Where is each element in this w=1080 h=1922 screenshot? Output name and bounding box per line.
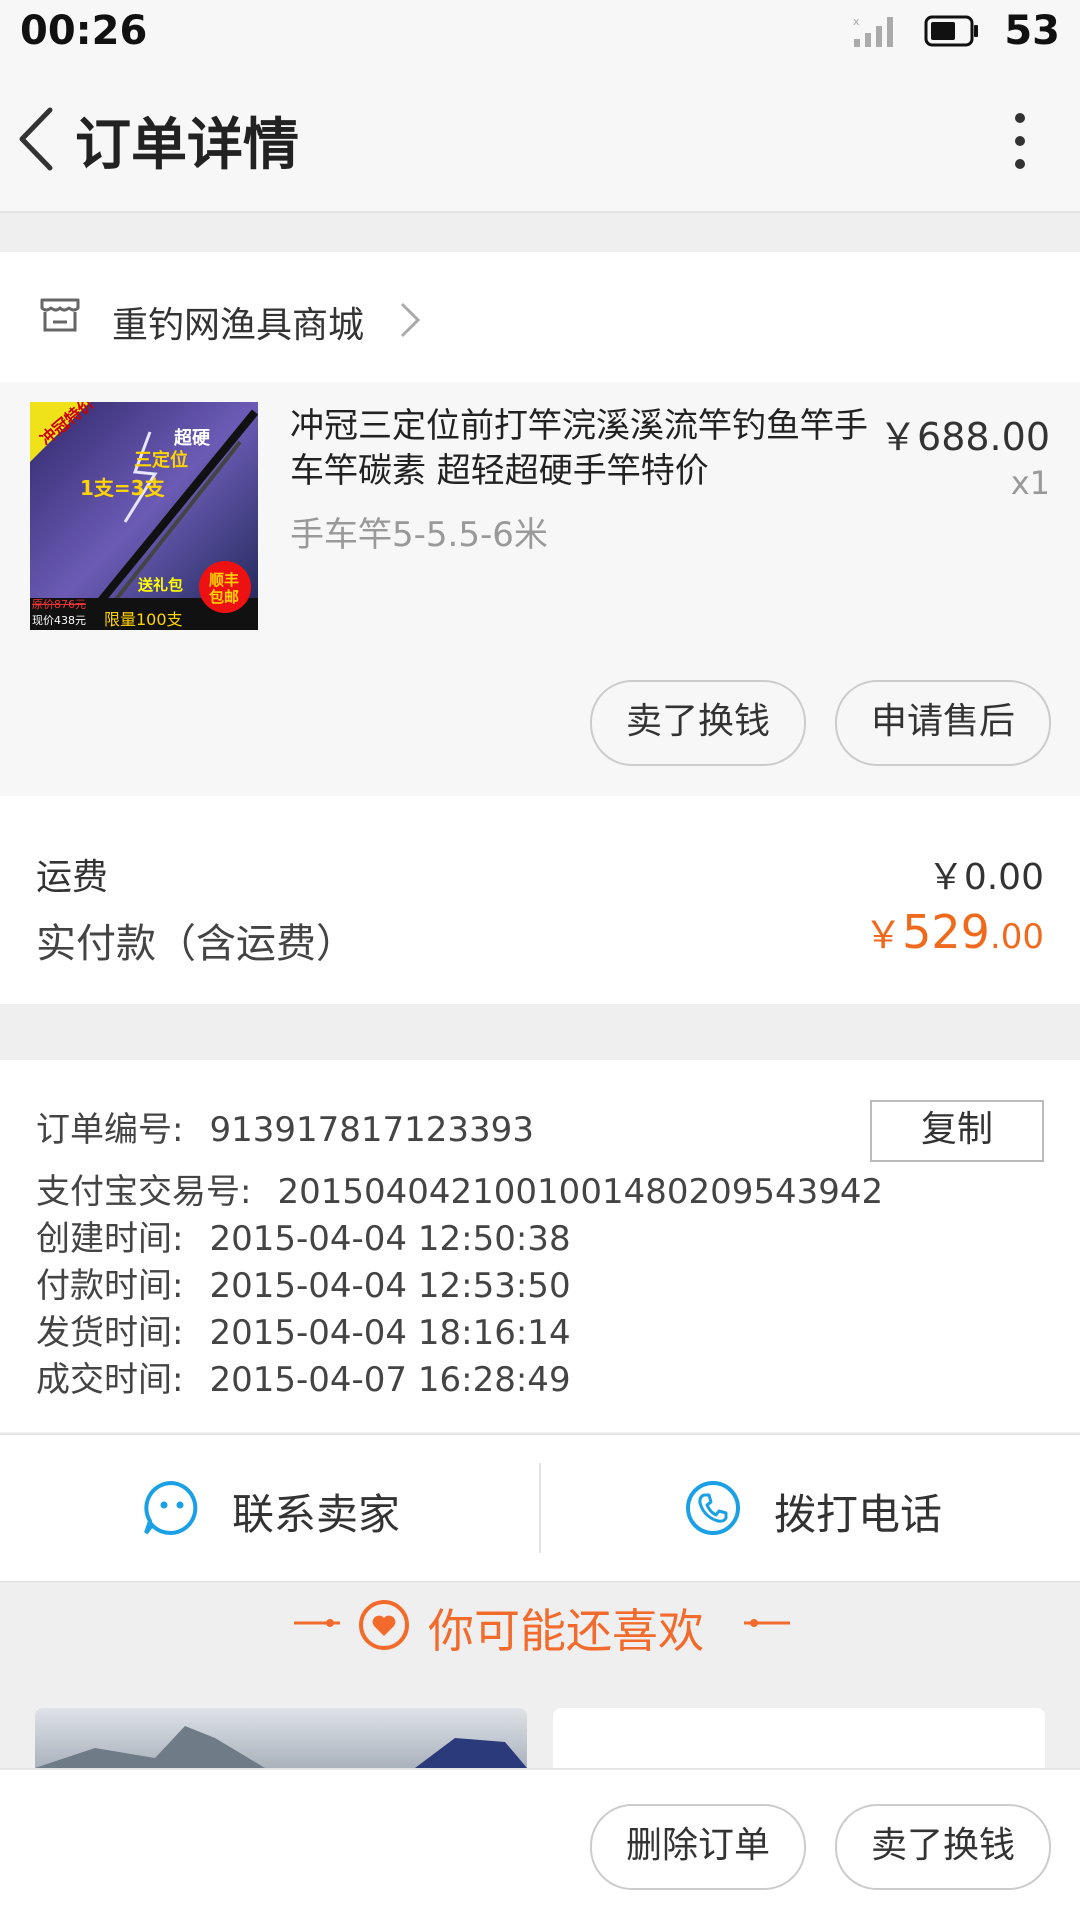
product-image[interactable]: 冲冠特价 超硬 三定位 1支=3支 送礼包 顺丰包邮 原价876元 现价438元… bbox=[30, 402, 258, 630]
completed-time-row: 成交时间: 2015-04-07 16:28:49 bbox=[36, 1352, 571, 1401]
recommend-title: 你可能还喜欢 bbox=[428, 1604, 704, 1658]
alipay-trade-label: 支付宝交易号: bbox=[36, 1172, 252, 1212]
order-info-section: 订单编号: 913917817123393 复制 支付宝交易号: 201504042… bbox=[0, 1060, 1080, 1432]
completed-time-label: 成交时间: bbox=[36, 1360, 184, 1400]
delete-order-button[interactable]: 删除订单 bbox=[590, 1804, 806, 1890]
order-number-row: 订单编号: 913917817123393 bbox=[36, 1102, 534, 1151]
shipped-time-value: 2015-04-04 18:16:14 bbox=[209, 1313, 571, 1353]
product-image-limit: 限量100支 bbox=[104, 610, 183, 629]
status-bar: 00:26 x 53 bbox=[0, 0, 1080, 66]
completed-time-value: 2015-04-07 16:28:49 bbox=[209, 1360, 571, 1400]
sell-for-money-button[interactable]: 卖了换钱 bbox=[590, 680, 806, 766]
paid-integer: 529 bbox=[902, 905, 990, 959]
paid-decimal: .00 bbox=[989, 917, 1044, 957]
battery-level: 53 bbox=[1004, 8, 1060, 54]
copy-button[interactable]: 复制 bbox=[870, 1100, 1044, 1162]
alipay-trade-value: 2015040421001001480209543942 bbox=[277, 1172, 884, 1212]
apply-aftersale-button[interactable]: 申请售后 bbox=[835, 680, 1051, 766]
more-options-icon[interactable] bbox=[1000, 106, 1040, 176]
alipay-trade-row: 支付宝交易号: 2015040421001001480209543942 bbox=[36, 1164, 883, 1213]
chevron-right-icon bbox=[400, 302, 421, 338]
bottom-sell-button[interactable]: 卖了换钱 bbox=[835, 1804, 1051, 1890]
status-time: 00:26 bbox=[20, 8, 148, 54]
totals-section: 运费 ￥0.00 实付款（含运费） ￥529.00 bbox=[0, 796, 1080, 1004]
call-phone-label: 拨打电话 bbox=[774, 1490, 943, 1539]
store-icon bbox=[40, 298, 80, 332]
product-image-equation: 1支=3支 bbox=[80, 476, 165, 500]
shipped-time-label: 发货时间: bbox=[36, 1313, 184, 1353]
product-price: ￥688.00 bbox=[879, 415, 1050, 459]
product-image-threepos: 三定位 bbox=[134, 450, 188, 471]
created-time-label: 创建时间: bbox=[36, 1219, 184, 1259]
battery-icon bbox=[924, 15, 979, 47]
created-time-row: 创建时间: 2015-04-04 12:50:38 bbox=[36, 1211, 571, 1260]
product-card[interactable]: 冲冠特价 超硬 三定位 1支=3支 送礼包 顺丰包邮 原价876元 现价438元… bbox=[0, 382, 1080, 796]
recommend-card-1[interactable] bbox=[35, 1708, 527, 1768]
call-phone-button[interactable]: 拨打电话 bbox=[541, 1435, 1080, 1581]
svg-text:x: x bbox=[853, 15, 860, 28]
product-image-origprice: 原价876元 bbox=[32, 598, 86, 611]
store-row[interactable]: 重钓网渔具商城 bbox=[0, 252, 1080, 382]
signal-icon: x bbox=[853, 15, 894, 47]
actual-paid-label: 实付款（含运费） bbox=[36, 921, 356, 967]
product-title[interactable]: 冲冠三定位前打竿浣溪溪流竿钓鱼竿手车竿碳素 超轻超硬手竿特价 bbox=[290, 404, 870, 494]
product-spec: 手车竿5-5.5-6米 bbox=[290, 515, 548, 555]
recommend-header: 你可能还喜欢 bbox=[0, 1595, 1080, 1658]
title-bar: 订单详情 bbox=[0, 66, 1080, 213]
order-number-value: 913917817123393 bbox=[209, 1110, 534, 1150]
paid-time-label: 付款时间: bbox=[36, 1266, 184, 1306]
contact-seller-button[interactable]: 联系卖家 bbox=[0, 1435, 540, 1581]
right-arrow-deco bbox=[744, 1619, 790, 1627]
product-qty: x1 bbox=[1010, 464, 1050, 502]
page-title: 订单详情 bbox=[75, 113, 299, 178]
bottom-action-bar: 删除订单 卖了换钱 bbox=[0, 1768, 1080, 1922]
actual-paid-value: ￥529.00 bbox=[864, 904, 1044, 959]
shipped-time-row: 发货时间: 2015-04-04 18:16:14 bbox=[36, 1305, 571, 1354]
product-image-nowprice: 现价438元 bbox=[32, 614, 86, 627]
created-time-value: 2015-04-04 12:50:38 bbox=[209, 1219, 571, 1259]
shipping-fee-label: 运费 bbox=[36, 857, 109, 898]
contact-bar: 联系卖家 拨打电话 bbox=[0, 1433, 1080, 1583]
paid-time-row: 付款时间: 2015-04-04 12:53:50 bbox=[36, 1258, 571, 1307]
recommend-card-2[interactable] bbox=[553, 1708, 1045, 1768]
paid-currency: ￥ bbox=[864, 913, 903, 957]
back-icon[interactable] bbox=[10, 104, 70, 174]
heart-icon bbox=[359, 1600, 409, 1650]
contact-seller-label: 联系卖家 bbox=[232, 1490, 401, 1539]
left-arrow-deco bbox=[294, 1619, 340, 1627]
product-image-gift: 送礼包 bbox=[138, 576, 184, 594]
paid-time-value: 2015-04-04 12:53:50 bbox=[209, 1266, 571, 1306]
product-image-shipping: 顺丰包邮 bbox=[208, 571, 239, 606]
recommend-image-1 bbox=[35, 1726, 527, 1768]
phone-icon bbox=[686, 1481, 740, 1535]
shipping-fee-value: ￥0.00 bbox=[927, 857, 1044, 898]
chat-icon bbox=[144, 1480, 198, 1535]
store-name: 重钓网渔具商城 bbox=[112, 305, 365, 346]
order-number-label: 订单编号: bbox=[36, 1110, 184, 1150]
